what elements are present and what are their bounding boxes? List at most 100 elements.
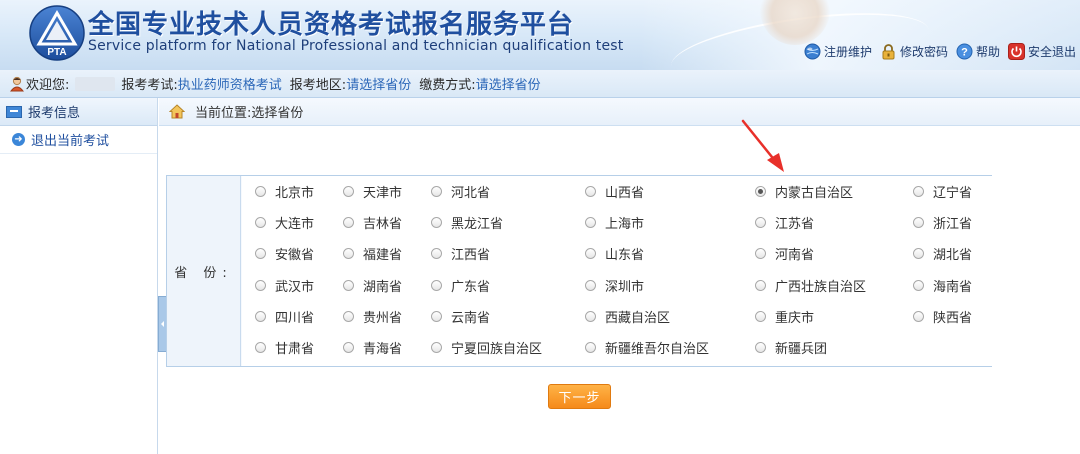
province-radio[interactable] <box>431 311 442 322</box>
header-banner: PTA 全国专业技术人员资格考试报名服务平台 Service platform … <box>0 0 1080 70</box>
province-option[interactable]: 武汉市 <box>255 276 314 295</box>
province-option-label: 内蒙古自治区 <box>775 186 854 201</box>
province-option-label: 北京市 <box>275 186 315 201</box>
province-option[interactable]: 吉林省 <box>343 213 402 232</box>
province-radio[interactable] <box>255 342 266 353</box>
province-option[interactable]: 重庆市 <box>755 307 814 326</box>
payment-value-link[interactable]: 请选择省份 <box>476 74 541 93</box>
province-option[interactable]: 四川省 <box>255 307 314 326</box>
province-radio[interactable] <box>255 217 266 228</box>
province-radio[interactable] <box>755 280 766 291</box>
province-option[interactable]: 天津市 <box>343 182 402 201</box>
province-option[interactable]: 浙江省 <box>913 213 972 232</box>
province-option[interactable]: 安徽省 <box>255 244 314 263</box>
annotation-arrow-icon <box>741 119 784 172</box>
province-option[interactable]: 河南省 <box>755 244 814 263</box>
province-option[interactable]: 宁夏回族自治区 <box>431 338 542 357</box>
province-radio[interactable] <box>431 217 442 228</box>
province-option[interactable]: 河北省 <box>431 182 490 201</box>
top-links: 注册维护 修改密码 ? 帮助 安全退出 <box>796 43 1076 60</box>
change-password-link[interactable]: 修改密码 <box>880 43 948 60</box>
exam-value-link[interactable]: 执业药师资格考试 <box>178 74 282 93</box>
province-option[interactable]: 湖北省 <box>913 244 972 263</box>
province-radio[interactable] <box>431 248 442 259</box>
next-step-button[interactable]: 下一步 <box>548 384 611 409</box>
province-option[interactable]: 山西省 <box>585 182 644 201</box>
sidebar-header-label: 报考信息 <box>28 106 81 121</box>
province-option-label: 黑龙江省 <box>451 217 504 232</box>
province-option-label: 西藏自治区 <box>605 311 671 326</box>
province-option[interactable]: 贵州省 <box>343 307 402 326</box>
province-option-label: 湖北省 <box>933 248 973 263</box>
province-radio[interactable] <box>431 342 442 353</box>
province-option-label: 山东省 <box>605 248 645 263</box>
province-option[interactable]: 陕西省 <box>913 307 972 326</box>
province-radio[interactable] <box>913 186 924 197</box>
register-maintain-label: 注册维护 <box>823 45 872 59</box>
province-radio[interactable] <box>755 217 766 228</box>
province-option[interactable]: 辽宁省 <box>913 182 972 201</box>
province-radio[interactable] <box>343 311 354 322</box>
province-option[interactable]: 江西省 <box>431 244 490 263</box>
province-radio[interactable] <box>585 280 596 291</box>
province-radio[interactable] <box>755 186 766 197</box>
province-radio[interactable] <box>343 280 354 291</box>
province-radio[interactable] <box>585 248 596 259</box>
logo-text: PTA <box>47 47 66 58</box>
province-option[interactable]: 海南省 <box>913 276 972 295</box>
province-option[interactable]: 黑龙江省 <box>431 213 503 232</box>
province-option[interactable]: 湖南省 <box>343 276 402 295</box>
province-radio[interactable] <box>585 186 596 197</box>
province-option[interactable]: 甘肃省 <box>255 338 314 357</box>
province-option-label: 上海市 <box>605 217 645 232</box>
province-radio[interactable] <box>343 217 354 228</box>
province-option[interactable]: 江苏省 <box>755 213 814 232</box>
province-radio[interactable] <box>255 248 266 259</box>
province-radio[interactable] <box>913 280 924 291</box>
province-radio[interactable] <box>755 248 766 259</box>
province-option[interactable]: 云南省 <box>431 307 490 326</box>
province-radio[interactable] <box>755 311 766 322</box>
province-option[interactable]: 深圳市 <box>585 276 644 295</box>
province-radio[interactable] <box>755 342 766 353</box>
sidebar-header: 报考信息 <box>0 98 157 126</box>
province-radio[interactable] <box>431 186 442 197</box>
province-radio[interactable] <box>343 186 354 197</box>
province-option[interactable]: 青海省 <box>343 338 402 357</box>
province-radio[interactable] <box>585 342 596 353</box>
province-option-label: 贵州省 <box>363 311 403 326</box>
province-option[interactable]: 山东省 <box>585 244 644 263</box>
province-radio[interactable] <box>255 311 266 322</box>
province-radio[interactable] <box>343 248 354 259</box>
register-maintain-link[interactable]: 注册维护 <box>804 43 872 60</box>
sidebar-item-exit-exam[interactable]: ➜ 退出当前考试 <box>0 126 157 154</box>
province-option[interactable]: 大连市 <box>255 213 314 232</box>
province-option[interactable]: 北京市 <box>255 182 314 201</box>
province-radio[interactable] <box>913 217 924 228</box>
province-radio[interactable] <box>431 280 442 291</box>
province-option[interactable]: 内蒙古自治区 <box>755 182 853 201</box>
province-radio[interactable] <box>343 342 354 353</box>
province-option[interactable]: 广东省 <box>431 276 490 295</box>
province-radio[interactable] <box>913 248 924 259</box>
province-option[interactable]: 新疆兵团 <box>755 338 827 357</box>
help-link[interactable]: ? 帮助 <box>956 43 1000 60</box>
province-radio[interactable] <box>255 280 266 291</box>
province-option-label: 福建省 <box>363 248 403 263</box>
province-radio[interactable] <box>585 217 596 228</box>
province-radio[interactable] <box>255 186 266 197</box>
province-radio[interactable] <box>913 311 924 322</box>
sidebar: 报考信息 ➜ 退出当前考试 <box>0 98 158 454</box>
province-option[interactable]: 上海市 <box>585 213 644 232</box>
help-label: 帮助 <box>975 45 1000 59</box>
user-icon <box>10 76 24 91</box>
province-option[interactable]: 福建省 <box>343 244 402 263</box>
province-radio[interactable] <box>585 311 596 322</box>
province-option[interactable]: 新疆维吾尔自治区 <box>585 338 709 357</box>
province-option-label: 江西省 <box>451 248 491 263</box>
region-value-link[interactable]: 请选择省份 <box>346 74 411 93</box>
logout-link[interactable]: 安全退出 <box>1007 43 1076 60</box>
province-option[interactable]: 西藏自治区 <box>585 307 670 326</box>
province-option[interactable]: 广西壮族自治区 <box>755 276 866 295</box>
province-option-label: 河南省 <box>775 248 815 263</box>
